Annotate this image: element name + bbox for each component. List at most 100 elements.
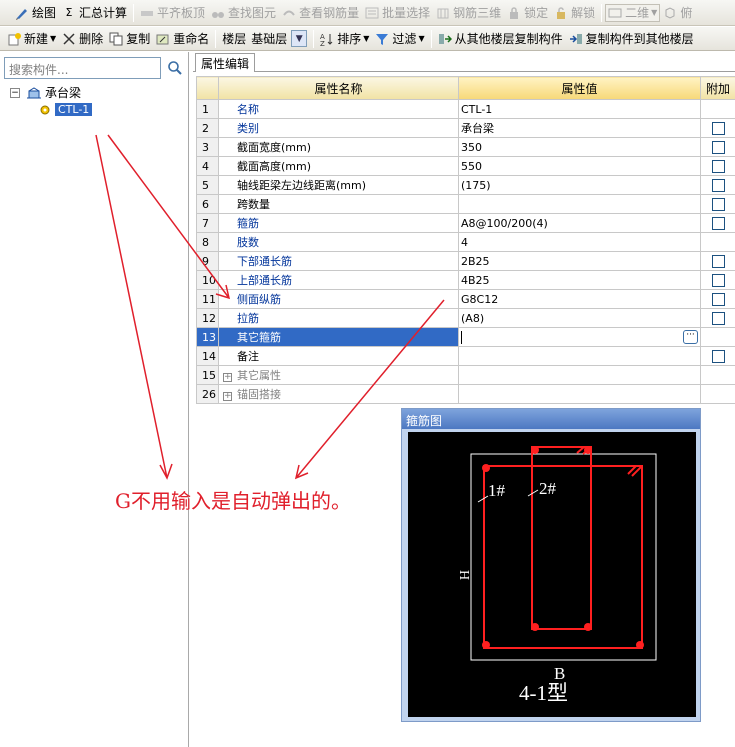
extra-checkbox[interactable] — [711, 197, 725, 211]
collapse-icon[interactable]: − — [10, 87, 20, 98]
property-row[interactable]: 7 箍筋 A8@100/200(4) — [196, 213, 735, 233]
row-number[interactable]: 11 — [196, 289, 219, 309]
property-value-cell[interactable]: 2B25 — [458, 251, 701, 271]
floor-select[interactable]: 基础层 ▼ — [249, 29, 310, 49]
property-row[interactable]: 2 类别 承台梁 — [196, 118, 735, 138]
extra-checkbox[interactable] — [711, 216, 725, 230]
rebar-dot — [531, 446, 539, 454]
draw-button[interactable]: 绘图 — [12, 3, 59, 23]
row-number[interactable]: 13 — [196, 327, 219, 347]
row-number[interactable]: 4 — [196, 156, 219, 176]
ellipsis-button[interactable]: ··· — [683, 330, 698, 344]
chevron-down-icon[interactable]: ▼ — [291, 30, 308, 47]
summary-calc-button[interactable]: Σ 汇总计算 — [59, 3, 130, 23]
stirrup-diagram-title[interactable]: 箍筋图 — [402, 409, 700, 429]
extra-checkbox[interactable] — [711, 159, 725, 173]
copy-to-floor-button[interactable]: 复制构件到其他楼层 — [566, 29, 697, 49]
delete-button[interactable]: 删除 — [59, 29, 106, 49]
row-number[interactable]: 8 — [196, 232, 219, 252]
property-value-cell[interactable]: G8C12 — [458, 289, 701, 309]
property-value-cell[interactable]: 承台梁 — [458, 118, 701, 138]
toolbar-separator — [313, 29, 315, 48]
property-row[interactable]: 4 截面高度(mm) 550 — [196, 156, 735, 176]
extra-checkbox[interactable] — [711, 273, 725, 287]
property-value-cell[interactable]: (175) — [458, 175, 701, 195]
property-row[interactable]: 26 + 锚固搭接 — [196, 384, 735, 404]
property-value-cell[interactable] — [458, 194, 701, 214]
property-value-cell[interactable]: (A8) — [458, 308, 701, 328]
property-value-cell[interactable]: 4 — [458, 232, 701, 252]
property-value-cell[interactable]: CTL-1 — [458, 99, 701, 119]
search-button[interactable] — [164, 57, 186, 79]
floor-select-value: 基础层 — [251, 32, 288, 46]
header-extra[interactable]: 附加 — [700, 76, 735, 100]
property-row[interactable]: 13 其它箍筋 ··· — [196, 327, 735, 347]
extra-checkbox[interactable] — [711, 254, 725, 268]
extra-checkbox[interactable] — [711, 121, 725, 135]
property-row[interactable]: 14 备注 — [196, 346, 735, 366]
tab-property-edit[interactable]: 属性编辑 — [195, 53, 256, 72]
row-number[interactable]: 2 — [196, 118, 219, 138]
extra-checkbox[interactable] — [711, 311, 725, 325]
expand-icon[interactable]: + — [223, 373, 232, 382]
sort-button[interactable]: AZ 排序 ▼ — [317, 29, 372, 49]
filter-button[interactable]: 过滤 ▼ — [372, 29, 427, 49]
rebar-3d-button[interactable]: 钢筋三维 — [433, 3, 504, 23]
header-property-value[interactable]: 属性值 — [458, 76, 701, 100]
unlock-button[interactable]: 解锁 — [551, 3, 598, 23]
row-number[interactable]: 9 — [196, 251, 219, 271]
header-property-name[interactable]: 属性名称 — [218, 76, 459, 100]
top-view-button[interactable]: 俯 — [660, 3, 695, 23]
extra-checkbox[interactable] — [711, 140, 725, 154]
property-value-cell[interactable]: 4B25 — [458, 270, 701, 290]
expand-icon[interactable]: + — [223, 392, 232, 401]
row-number[interactable]: 5 — [196, 175, 219, 195]
toolbar-separator — [601, 3, 603, 22]
flush-slab-button[interactable]: 平齐板顶 — [137, 3, 208, 23]
row-number[interactable]: 3 — [196, 137, 219, 157]
extra-checkbox[interactable] — [711, 349, 725, 363]
property-value-cell[interactable]: 550 — [458, 156, 701, 176]
property-value-text: 承台梁 — [461, 122, 494, 135]
property-row[interactable]: 3 截面宽度(mm) 350 — [196, 137, 735, 157]
gear-icon — [39, 104, 51, 116]
row-number[interactable]: 10 — [196, 270, 219, 290]
view-mode-select[interactable]: 二维 ▼ — [605, 3, 661, 22]
row-number[interactable]: 12 — [196, 308, 219, 328]
property-row[interactable]: 11 侧面纵筋 G8C12 — [196, 289, 735, 309]
property-row[interactable]: 5 轴线距梁左边线距离(mm) (175) — [196, 175, 735, 195]
property-value-cell[interactable] — [458, 365, 701, 385]
property-row[interactable]: 10 上部通长筋 4B25 — [196, 270, 735, 290]
property-row[interactable]: 15 + 其它属性 — [196, 365, 735, 385]
copy-button[interactable]: 复制 — [106, 29, 153, 49]
tree-item-ctl-1[interactable]: CTL-1 — [10, 101, 93, 118]
tree-item-root[interactable]: − 承台梁 — [10, 84, 92, 101]
row-number[interactable]: 26 — [196, 384, 219, 404]
rename-button[interactable]: 重命名 — [153, 29, 212, 49]
find-element-button[interactable]: 查找图元 — [208, 3, 279, 23]
property-row[interactable]: 12 拉筋 (A8) — [196, 308, 735, 328]
property-value-cell[interactable]: ··· — [458, 327, 701, 347]
property-row[interactable]: 1 名称 CTL-1 — [196, 99, 735, 119]
view-rebar-button[interactable]: 查看钢筋量 — [279, 3, 362, 23]
property-row[interactable]: 6 跨数量 — [196, 194, 735, 214]
property-value-cell[interactable] — [458, 346, 701, 366]
lock-button[interactable]: 锁定 — [504, 3, 551, 23]
new-component-button[interactable]: 新建 ▼ — [4, 29, 59, 49]
property-row[interactable]: 8 肢数 4 — [196, 232, 735, 252]
component-tree-panel: 搜索构件... − 承台梁 CTL-1 — [0, 52, 189, 747]
row-number[interactable]: 1 — [196, 99, 219, 119]
row-number[interactable]: 7 — [196, 213, 219, 233]
row-number[interactable]: 14 — [196, 346, 219, 366]
row-number[interactable]: 15 — [196, 365, 219, 385]
extra-checkbox[interactable] — [711, 292, 725, 306]
property-value-cell[interactable] — [458, 384, 701, 404]
extra-checkbox[interactable] — [711, 178, 725, 192]
copy-from-floor-button[interactable]: 从其他楼层复制构件 — [435, 29, 566, 49]
property-value-cell[interactable]: A8@100/200(4) — [458, 213, 701, 233]
property-row[interactable]: 9 下部通长筋 2B25 — [196, 251, 735, 271]
batch-select-button[interactable]: 批量选择 — [362, 3, 433, 23]
property-value-cell[interactable]: 350 — [458, 137, 701, 157]
search-input[interactable]: 搜索构件... — [4, 57, 161, 79]
row-number[interactable]: 6 — [196, 194, 219, 214]
